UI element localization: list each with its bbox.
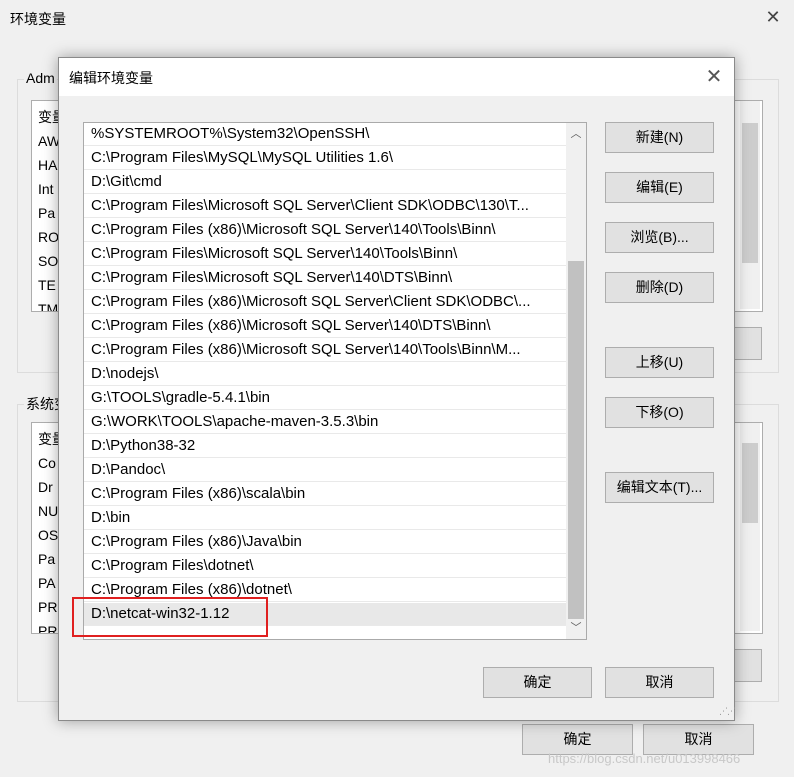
edit-environment-variable-dialog: 编辑环境变量 ✕ %SYSTEMROOT%\System32\OpenSSH\ … <box>58 57 736 721</box>
list-item[interactable]: Dr <box>38 479 53 495</box>
list-item[interactable]: Co <box>38 455 56 471</box>
list-item[interactable]: PA <box>38 575 56 591</box>
move-up-button[interactable]: 上移(U) <box>605 347 714 378</box>
path-row[interactable]: D:\Git\cmd <box>84 171 566 194</box>
scrollbar-thumb[interactable] <box>568 261 584 619</box>
dialog-title: 编辑环境变量 <box>69 70 153 86</box>
list-item[interactable]: SO <box>38 253 58 269</box>
path-row[interactable]: C:\Program Files (x86)\Microsoft SQL Ser… <box>84 315 566 338</box>
path-row[interactable]: D:\Pandoc\ <box>84 459 566 482</box>
path-row[interactable]: C:\Program Files (x86)\Microsoft SQL Ser… <box>84 219 566 242</box>
path-list[interactable]: %SYSTEMROOT%\System32\OpenSSH\ C:\Progra… <box>83 122 587 640</box>
user-variables-label: Adm <box>24 70 57 86</box>
dialog-titlebar: 编辑环境变量 ✕ <box>59 58 734 96</box>
highlight-box <box>72 597 268 637</box>
list-item[interactable]: HA <box>38 157 57 173</box>
path-row[interactable]: C:\Program Files (x86)\Microsoft SQL Ser… <box>84 291 566 314</box>
path-row[interactable]: G:\TOOLS\gradle-5.4.1\bin <box>84 387 566 410</box>
path-list-scrollbar[interactable]: ︿ ﹀ <box>566 123 586 639</box>
bg-window-title: 环境变量 <box>10 11 66 27</box>
browse-button[interactable]: 浏览(B)... <box>605 222 714 253</box>
path-row[interactable]: D:\bin <box>84 507 566 530</box>
path-row[interactable]: %SYSTEMROOT%\System32\OpenSSH\ <box>84 123 566 146</box>
close-icon[interactable]: ✕ <box>762 6 784 28</box>
path-row[interactable]: G:\WORK\TOOLS\apache-maven-3.5.3\bin <box>84 411 566 434</box>
path-row[interactable]: D:\nodejs\ <box>84 363 566 386</box>
system-delete-button[interactable] <box>734 649 762 682</box>
path-row[interactable]: C:\Program Files\Microsoft SQL Server\14… <box>84 243 566 266</box>
chevron-up-icon[interactable]: ︿ <box>566 125 586 143</box>
scrollbar[interactable] <box>740 423 760 631</box>
chevron-down-icon[interactable]: ﹀ <box>566 619 586 637</box>
list-item[interactable]: PR <box>38 623 57 633</box>
path-row[interactable]: D:\Python38-32 <box>84 435 566 458</box>
path-row[interactable]: C:\Program Files (x86)\Java\bin <box>84 531 566 554</box>
cancel-button[interactable]: 取消 <box>605 667 714 698</box>
resize-grip-icon[interactable]: ⋰⋰ <box>719 706 736 717</box>
list-item[interactable]: Int <box>38 181 54 197</box>
path-row[interactable]: C:\Program Files\Microsoft SQL Server\Cl… <box>84 195 566 218</box>
watermark: https://blog.csdn.net/u013998466 <box>548 751 741 766</box>
delete-button[interactable]: 删除(D) <box>605 272 714 303</box>
list-item[interactable]: Pa <box>38 205 55 221</box>
list-item[interactable]: TE <box>38 277 56 293</box>
list-item[interactable]: NU <box>38 503 58 519</box>
list-item[interactable]: Pa <box>38 551 55 567</box>
scrollbar[interactable] <box>740 101 760 309</box>
path-row[interactable]: C:\Program Files (x86)\scala\bin <box>84 483 566 506</box>
scrollbar-thumb[interactable] <box>742 443 758 523</box>
ok-button[interactable]: 确定 <box>483 667 592 698</box>
list-item[interactable]: RO <box>38 229 59 245</box>
list-item[interactable]: PR <box>38 599 57 615</box>
scrollbar-thumb[interactable] <box>742 123 758 263</box>
path-row[interactable]: C:\Program Files\MySQL\MySQL Utilities 1… <box>84 147 566 170</box>
list-item[interactable]: AW <box>38 133 60 149</box>
path-row[interactable]: C:\Program Files (x86)\Microsoft SQL Ser… <box>84 339 566 362</box>
edit-button[interactable]: 编辑(E) <box>605 172 714 203</box>
list-item[interactable]: TM <box>38 301 58 311</box>
path-row[interactable]: C:\Program Files\Microsoft SQL Server\14… <box>84 267 566 290</box>
new-button[interactable]: 新建(N) <box>605 122 714 153</box>
list-item[interactable]: OS <box>38 527 58 543</box>
edit-text-button[interactable]: 编辑文本(T)... <box>605 472 714 503</box>
path-row[interactable]: C:\Program Files\dotnet\ <box>84 555 566 578</box>
move-down-button[interactable]: 下移(O) <box>605 397 714 428</box>
close-icon[interactable]: ✕ <box>701 64 727 90</box>
user-delete-button[interactable] <box>734 327 762 360</box>
